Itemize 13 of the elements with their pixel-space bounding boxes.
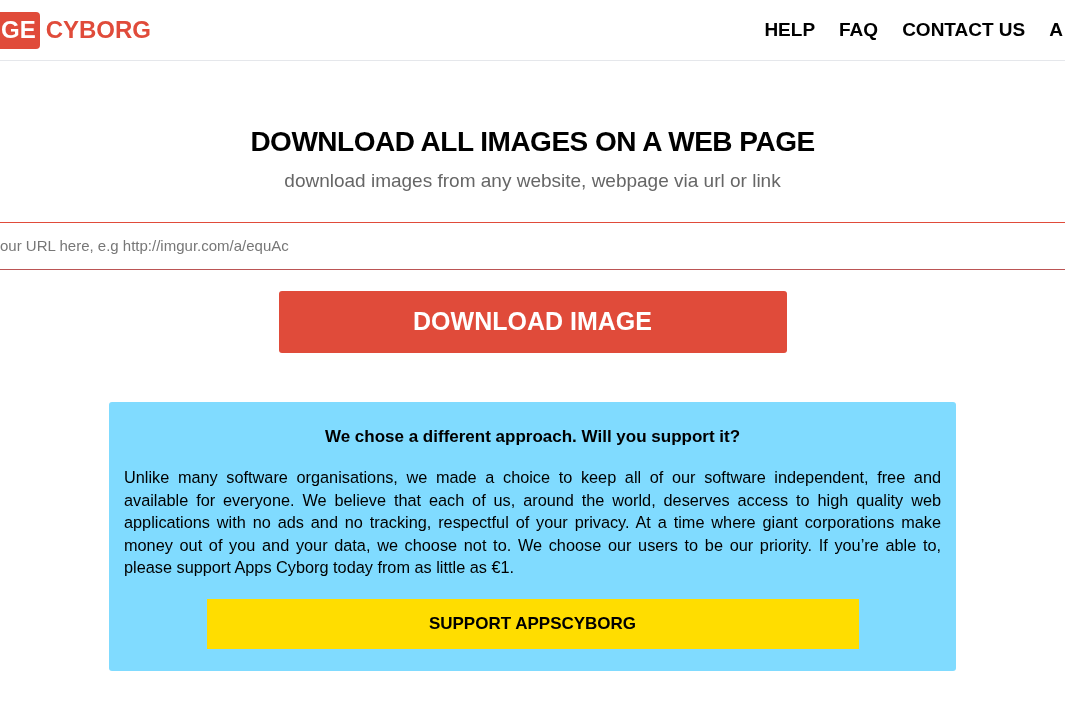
nav-link[interactable]: FAQ [839, 15, 879, 45]
nav-link[interactable]: CONTACT US [902, 15, 1026, 45]
page-title: DOWNLOAD ALL IMAGES ON A WEB PAGE [250, 125, 815, 159]
page-subtitle: download images from any website, webpage via url or link [284, 169, 781, 193]
support-button[interactable]: SUPPORT APPSCYBORG [206, 598, 859, 649]
support-text: Unlike many software organisations, we made a choice to keep all of our software independent, free and available for everyone. We believe that each of us, around the world, deserves access to high quality web applications with no ads and no tracking, respectful of your privacy. At a time where giant corporations make money out of you and your data, we choose not to. We choose our users to be our priority. If you’re able to, please support Apps Cyborg today from as little as €1. [124, 467, 941, 578]
download-button[interactable]: DOWNLOAD IMAGE [278, 290, 787, 353]
logo-mark[interactable]: GE [0, 11, 40, 49]
support-heading: We chose a different approach. Will you support it? [324, 425, 741, 448]
url-input-field[interactable]: our URL here, e.g http://imgur.com/a/equAc [0, 221, 1065, 270]
nav-link[interactable]: A [1049, 15, 1063, 45]
logo-text[interactable]: CYBORG [45, 12, 152, 48]
nav-link[interactable]: HELP [764, 15, 816, 45]
